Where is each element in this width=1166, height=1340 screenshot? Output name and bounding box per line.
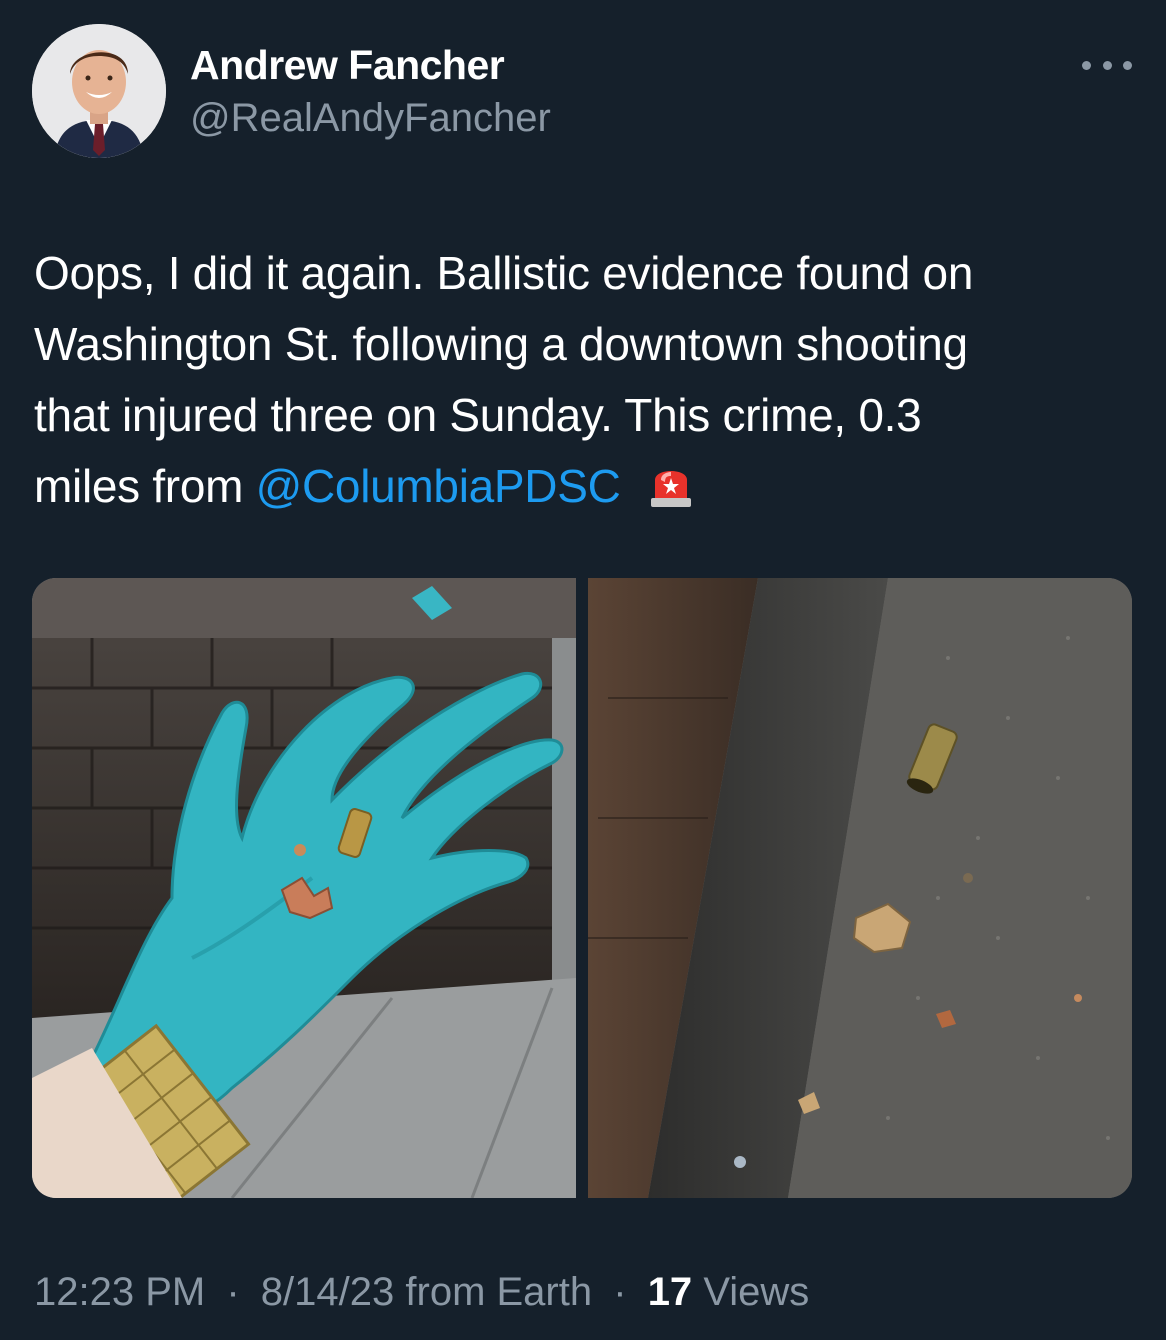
meta-separator: · bbox=[226, 1270, 240, 1314]
meta-separator: · bbox=[613, 1270, 627, 1314]
police-light-icon bbox=[649, 457, 693, 528]
tweet-text: Oops, I did it again. Ballistic evidence… bbox=[34, 238, 1134, 528]
timestamp-time[interactable]: 12:23 PM bbox=[34, 1270, 205, 1314]
views-count[interactable]: 17 bbox=[648, 1270, 693, 1314]
ellipsis-dot bbox=[1123, 60, 1132, 70]
photo-casing-on-curb-icon bbox=[588, 578, 1132, 1198]
media-photo-2[interactable] bbox=[588, 578, 1132, 1198]
tweet-source: from Earth bbox=[405, 1270, 593, 1314]
photo-gloved-hand-icon bbox=[32, 578, 576, 1198]
timestamp-date[interactable]: 8/14/23 bbox=[261, 1270, 394, 1314]
media-photo-1[interactable] bbox=[32, 578, 576, 1198]
media-grid bbox=[32, 578, 1132, 1198]
views-label: Views bbox=[703, 1270, 810, 1314]
more-options-button[interactable] bbox=[1082, 50, 1132, 80]
tweet-text-line: Oops, I did it again. Ballistic evidence… bbox=[34, 247, 974, 299]
mention-link[interactable]: @ColumbiaPDSC bbox=[256, 460, 621, 512]
profile-photo-icon bbox=[32, 24, 166, 158]
tweet-text-line: Washington St. following a downtown shoo… bbox=[34, 318, 968, 370]
ellipsis-dot bbox=[1082, 60, 1091, 70]
display-name[interactable]: Andrew Fancher bbox=[190, 42, 505, 89]
tweet-text-line: that injured three on Sunday. This crime… bbox=[34, 389, 922, 441]
handle[interactable]: @RealAndyFancher bbox=[190, 96, 551, 141]
tweet: Andrew Fancher @RealAndyFancher Oops, I … bbox=[0, 0, 1166, 1340]
tweet-text-fragment: miles from bbox=[34, 460, 244, 512]
avatar[interactable] bbox=[32, 24, 166, 158]
ellipsis-dot bbox=[1102, 60, 1112, 70]
tweet-text-line: miles from @ColumbiaPDSC bbox=[34, 451, 1134, 528]
tweet-meta: 12:23 PM · 8/14/23 from Earth · 17 Views bbox=[34, 1270, 809, 1315]
